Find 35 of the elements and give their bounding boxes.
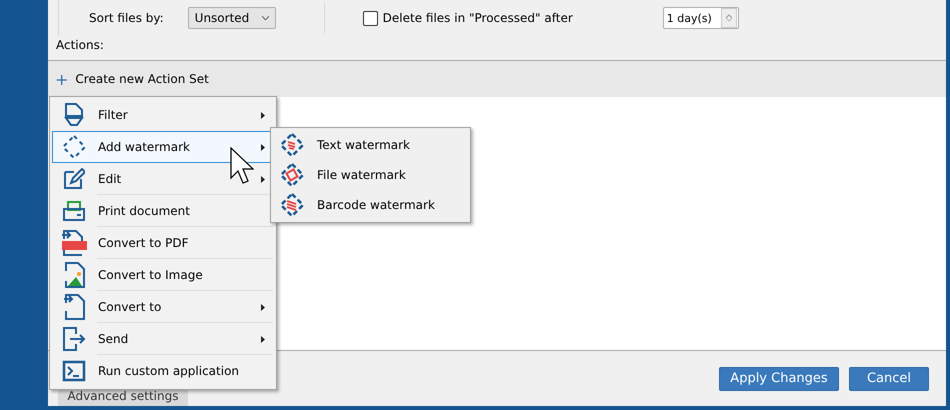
dashed-diamond-icon [61, 134, 87, 160]
menu-item[interactable]: Convert to [52, 291, 274, 323]
sort-label: Sort files by: [89, 11, 164, 25]
image-file-icon [62, 261, 86, 289]
apply-button[interactable]: Apply Changes [719, 366, 839, 390]
terminal-icon [62, 360, 86, 382]
menu-item[interactable]: Print document [52, 195, 274, 227]
menu-item[interactable]: Convert to Image [52, 259, 274, 291]
convert-file-icon [62, 293, 86, 321]
pdf-icon [60, 229, 88, 257]
filter-icon [63, 102, 85, 128]
watermark-icon [279, 162, 305, 188]
cancel-button[interactable]: Cancel [849, 366, 929, 390]
create-action-set-link[interactable]: Create new Action Set [75, 72, 209, 86]
cursor-icon [230, 147, 254, 185]
submenu-item[interactable]: Text watermark [271, 130, 470, 160]
actions-label: Actions: [55, 38, 105, 52]
checkbox-label: Delete files in "Processed" after [382, 11, 573, 25]
menu-item[interactable]: Convert to PDF [52, 227, 274, 259]
submenu-item[interactable]: Barcode watermark [271, 190, 470, 220]
checkbox[interactable] [362, 10, 378, 26]
printer-icon [62, 200, 86, 222]
days-spinner[interactable]: 1 day(s) [662, 7, 739, 29]
plus-icon: + [55, 70, 68, 88]
menu-item[interactable]: Send [52, 323, 274, 355]
send-icon [62, 326, 86, 352]
watermark-icon [279, 192, 305, 218]
menu-item[interactable]: Edit [52, 163, 274, 195]
sort-dropdown[interactable]: Unsorted [188, 7, 276, 29]
edit-icon [63, 168, 85, 190]
submenu-item[interactable]: File watermark [271, 160, 470, 190]
chevron-down-icon [262, 16, 269, 20]
menu-item[interactable]: Filter [52, 99, 274, 131]
menu-item[interactable]: Run custom application [52, 355, 274, 387]
watermark-icon [279, 132, 305, 158]
